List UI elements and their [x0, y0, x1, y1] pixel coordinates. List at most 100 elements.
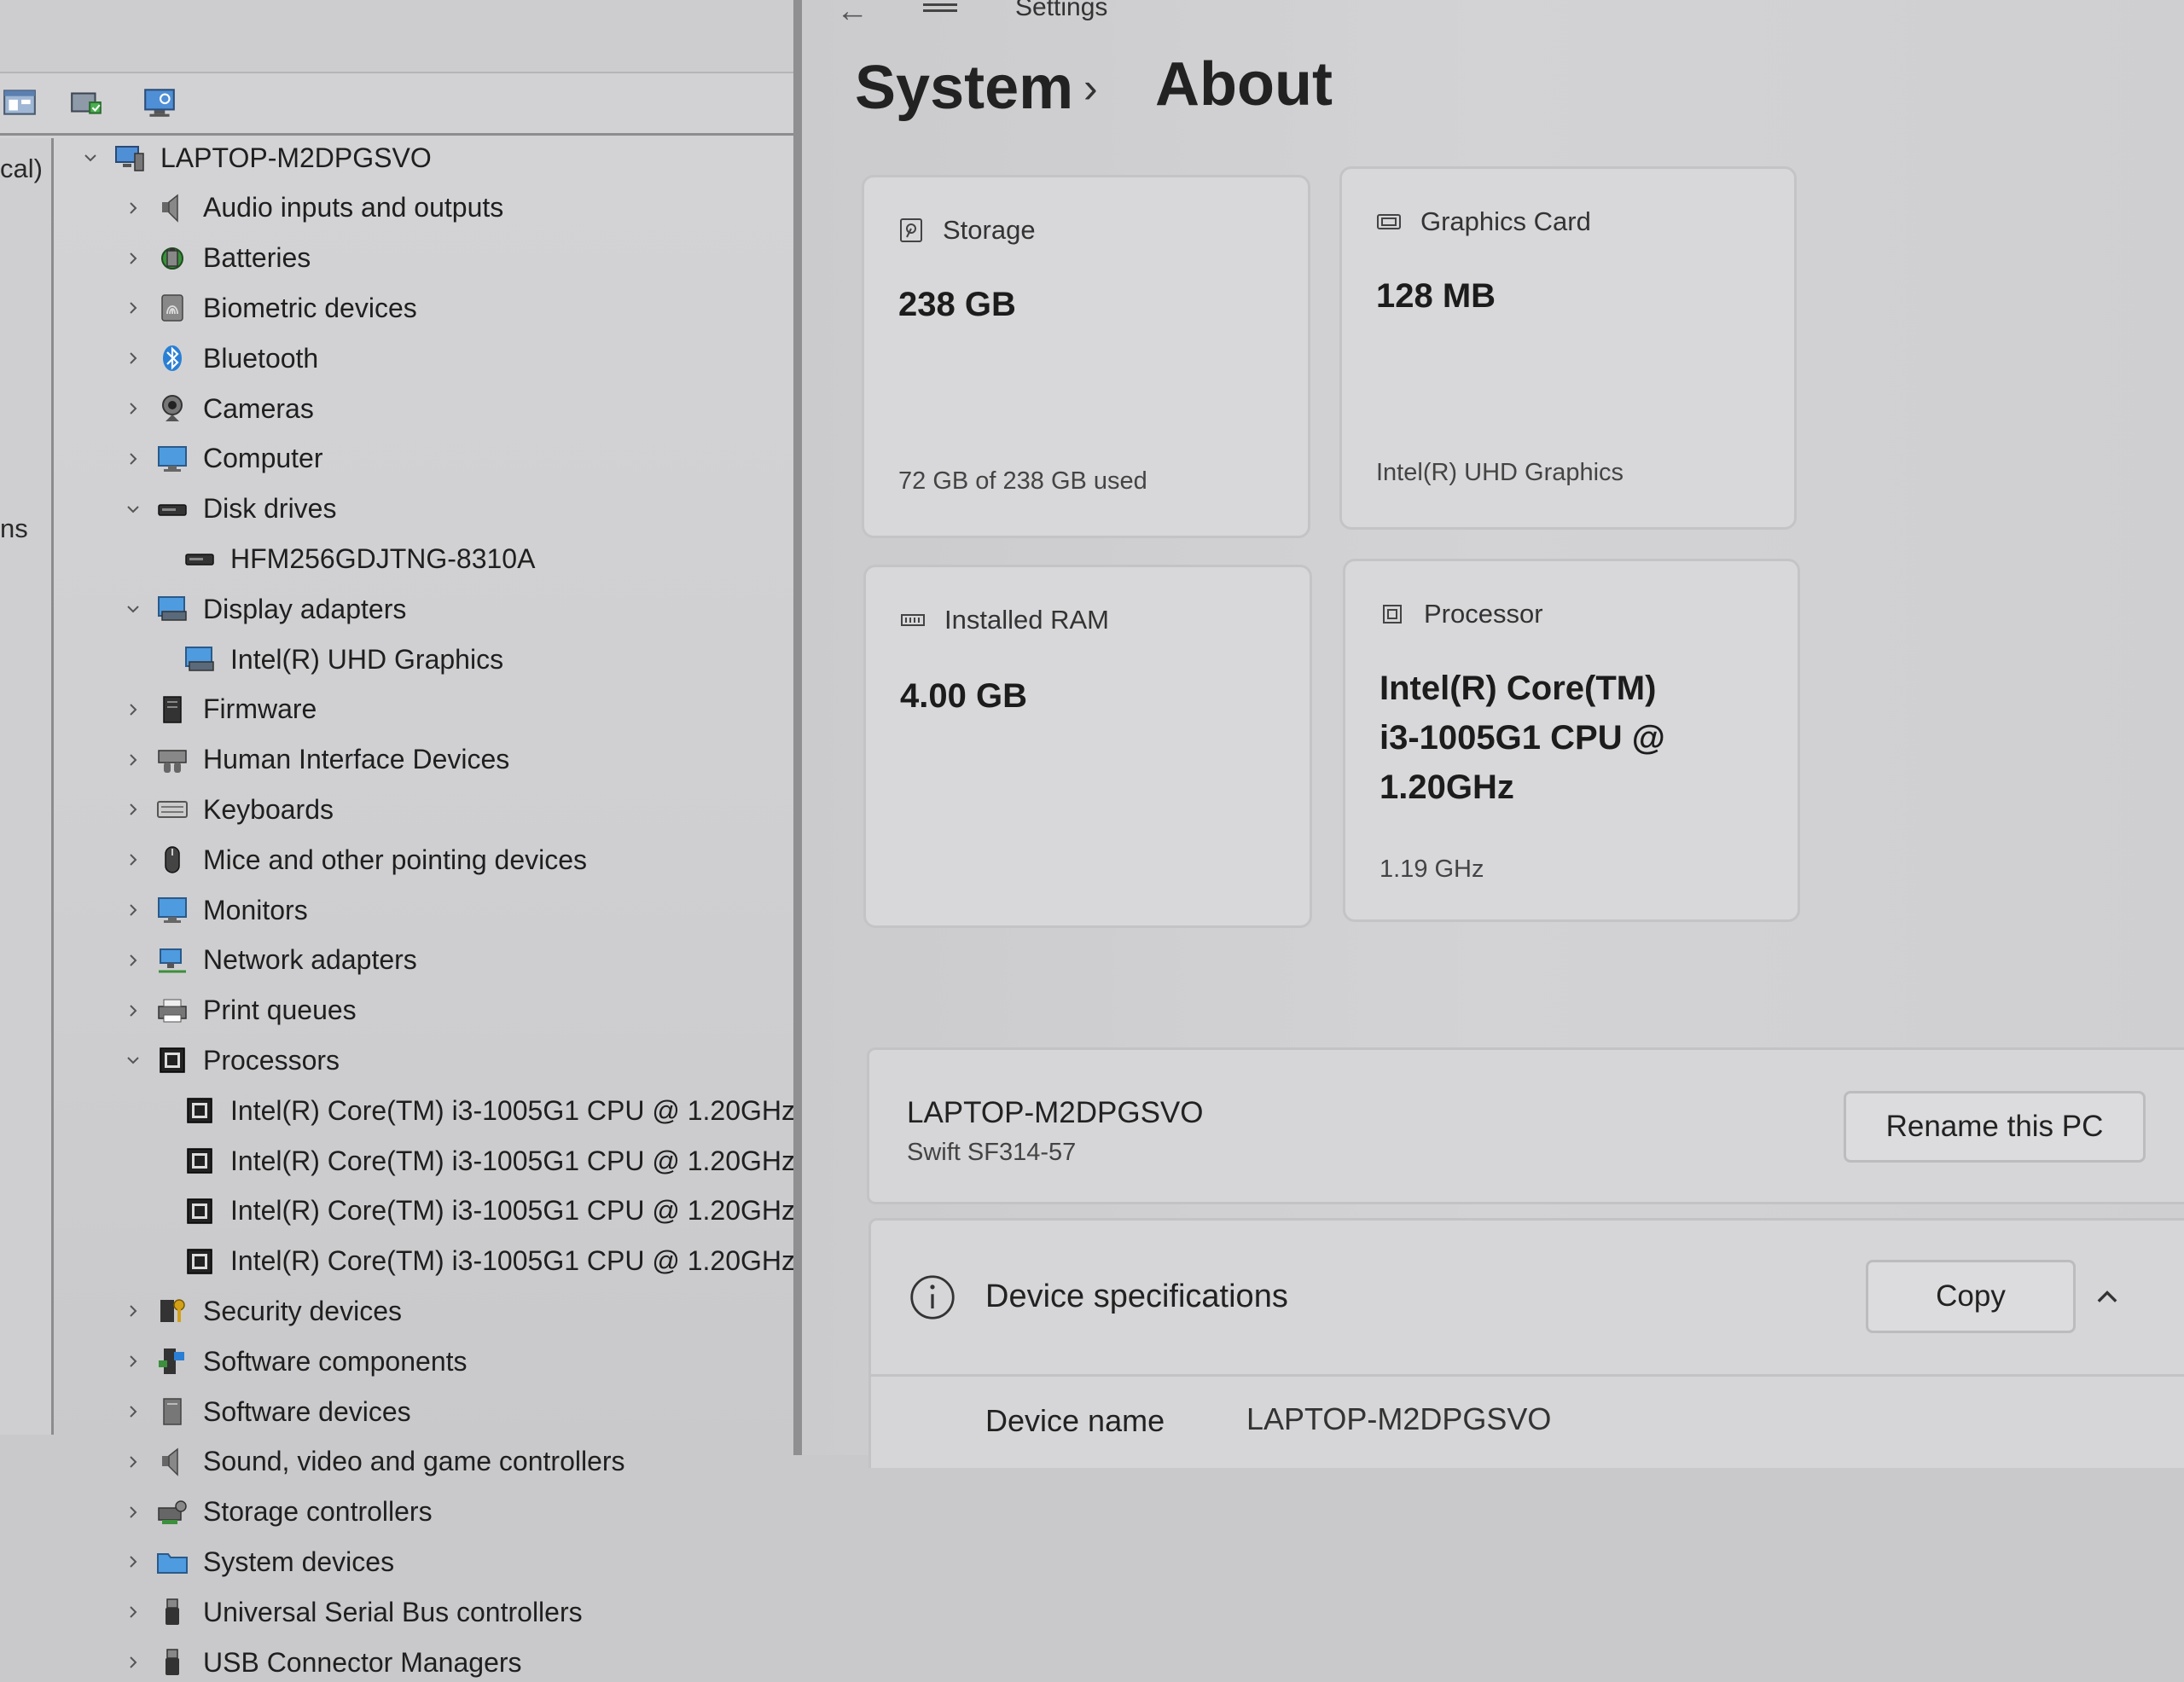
tree-category[interactable]: Universal Serial Bus controllers — [121, 1592, 583, 1632]
chevron-right-icon[interactable] — [121, 196, 145, 220]
spec-value-device-name[interactable]: LAPTOP-M2DPGSVO — [1246, 1401, 1551, 1437]
chevron-right-icon[interactable] — [121, 898, 145, 922]
rename-pc-button[interactable]: Rename this PC — [1844, 1091, 2146, 1163]
chevron-right-icon[interactable] — [121, 948, 145, 972]
processor-line-2: i3-1005G1 CPU @ — [1380, 719, 1665, 757]
console-tree-label-2[interactable]: ns — [0, 513, 28, 544]
tree-category[interactable]: Biometric devices — [121, 288, 417, 328]
chevron-right-icon[interactable] — [121, 246, 145, 270]
tree-root[interactable]: LAPTOP-M2DPGSVO — [78, 138, 432, 177]
network-icon — [154, 943, 191, 977]
chevron-right-icon[interactable] — [121, 848, 145, 872]
copy-button[interactable]: Copy — [1866, 1260, 2076, 1333]
tree-category-label: Processors — [203, 1044, 340, 1076]
chevron-right-icon[interactable] — [121, 1550, 145, 1574]
chevron-down-icon[interactable] — [121, 597, 145, 621]
tree-category[interactable]: USB Connector Managers — [121, 1643, 522, 1682]
app-title: Settings — [1015, 0, 1108, 21]
chevron-right-icon[interactable] — [121, 397, 145, 420]
tree-category[interactable]: Disk drives — [121, 490, 336, 529]
chevron-down-icon[interactable] — [121, 1048, 145, 1072]
tree-category-label: Batteries — [203, 242, 311, 274]
hamburger-menu-icon[interactable] — [923, 0, 957, 15]
tree-category[interactable]: Software devices — [121, 1392, 411, 1431]
graphics-card-icon — [1377, 214, 1401, 229]
chevron-right-icon[interactable] — [121, 1349, 145, 1373]
chevron-right-icon[interactable] — [121, 698, 145, 722]
tree-category[interactable]: Network adapters — [121, 941, 417, 980]
tree-device[interactable]: Intel(R) Core(TM) i3-1005G1 CPU @ 1.20GH… — [148, 1192, 795, 1231]
update-driver-icon[interactable] — [67, 85, 106, 119]
chevron-right-icon[interactable] — [121, 1450, 145, 1474]
tree-category[interactable]: Storage controllers — [121, 1493, 433, 1532]
tree-device[interactable]: Intel(R) UHD Graphics — [148, 640, 503, 679]
chevron-right-icon[interactable] — [121, 1299, 145, 1323]
firmware-icon — [154, 693, 191, 727]
tree-category-label: USB Connector Managers — [203, 1646, 522, 1678]
tree-category[interactable]: Cameras — [121, 389, 314, 428]
tree-category[interactable]: Display adapters — [121, 589, 406, 629]
chevron-right-icon[interactable] — [121, 296, 145, 320]
console-tree-label[interactable]: cal) — [0, 154, 43, 184]
tree-category[interactable]: Mice and other pointing devices — [121, 840, 587, 879]
bluetooth-icon — [154, 341, 191, 375]
tree-category-label: Security devices — [203, 1295, 402, 1326]
tree-category[interactable]: Bluetooth — [121, 339, 318, 378]
chevron-right-icon[interactable] — [121, 748, 145, 772]
specs-header[interactable]: Device specifications Copy — [871, 1221, 2184, 1374]
tree-device[interactable]: Intel(R) Core(TM) i3-1005G1 CPU @ 1.20GH… — [148, 1091, 795, 1130]
tree-category[interactable]: Processors — [121, 1041, 340, 1080]
chevron-right-icon[interactable] — [121, 346, 145, 370]
tree-category[interactable]: Computer — [121, 439, 323, 478]
tree-device[interactable]: Intel(R) Core(TM) i3-1005G1 CPU @ 1.20GH… — [148, 1141, 795, 1180]
display-adapter-icon — [181, 642, 218, 676]
tree-device-label: Intel(R) Core(TM) i3-1005G1 CPU @ 1.20GH… — [230, 1245, 795, 1277]
tree-category[interactable]: Software components — [121, 1342, 468, 1381]
properties-view-icon[interactable] — [0, 85, 39, 119]
tree-category[interactable]: Firmware — [121, 690, 317, 729]
chevron-up-icon[interactable] — [2093, 1282, 2122, 1311]
device-tree: LAPTOP-M2DPGSVO Audio inputs and outputs B… — [61, 138, 795, 1678]
tree-category[interactable]: Sound, video and game controllers — [121, 1442, 625, 1482]
software-device-icon — [154, 1395, 191, 1429]
tree-category[interactable]: Keyboards — [121, 790, 334, 829]
tree-category[interactable]: Batteries — [121, 239, 311, 278]
breadcrumb-system[interactable]: System — [855, 53, 1073, 123]
computer-root-icon — [111, 141, 148, 175]
tree-category[interactable]: Human Interface Devices — [121, 740, 509, 780]
chevron-right-icon[interactable] — [121, 798, 145, 821]
pane-divider[interactable] — [793, 0, 802, 1455]
scan-hardware-icon[interactable] — [140, 85, 179, 119]
tree-category[interactable]: Print queues — [121, 991, 357, 1030]
processor-card-speed: 1.19 GHz — [1380, 856, 1484, 883]
chevron-right-icon[interactable] — [121, 1600, 145, 1624]
tree-category[interactable]: Security devices — [121, 1291, 402, 1331]
graphics-card: Graphics Card 128 MB Intel(R) UHD Graphi… — [1339, 166, 1797, 530]
tree-category[interactable]: Audio inputs and outputs — [121, 188, 503, 228]
chevron-right-icon[interactable] — [121, 999, 145, 1023]
tree-category-label: Display adapters — [203, 593, 407, 624]
tree-category[interactable]: Monitors — [121, 890, 308, 930]
tree-category-label: Computer — [203, 443, 323, 474]
chevron-right-icon[interactable] — [121, 447, 145, 471]
device-manager-window: cal) ns LAPTOP-M2DPGSVO Audio inputs and … — [0, 0, 798, 1678]
chevron-right-icon[interactable] — [121, 1400, 145, 1424]
processor-card-header: Processor — [1380, 599, 1543, 629]
info-icon — [910, 1275, 955, 1320]
folder-icon — [154, 1545, 191, 1579]
chevron-down-icon[interactable] — [121, 497, 145, 521]
tree-category-label: Disk drives — [203, 493, 337, 525]
tree-device[interactable]: HFM256GDJTNG-8310A — [148, 539, 535, 578]
tree-device[interactable]: Intel(R) Core(TM) i3-1005G1 CPU @ 1.20GH… — [148, 1242, 795, 1281]
tree-category-label: Mice and other pointing devices — [203, 844, 588, 875]
breadcrumb-separator: › — [1083, 64, 1098, 112]
chevron-right-icon[interactable] — [121, 1650, 145, 1674]
storage-controller-icon — [154, 1495, 191, 1529]
camera-icon — [154, 392, 191, 426]
tree-category[interactable]: System devices — [121, 1542, 394, 1581]
back-arrow-icon[interactable]: ← — [836, 0, 868, 30]
processor-card: Processor Intel(R) Core(TM) i3-1005G1 CP… — [1343, 559, 1800, 922]
ram-card: Installed RAM 4.00 GB — [863, 565, 1312, 928]
chevron-right-icon[interactable] — [121, 1500, 145, 1524]
chevron-down-icon[interactable] — [78, 146, 102, 170]
